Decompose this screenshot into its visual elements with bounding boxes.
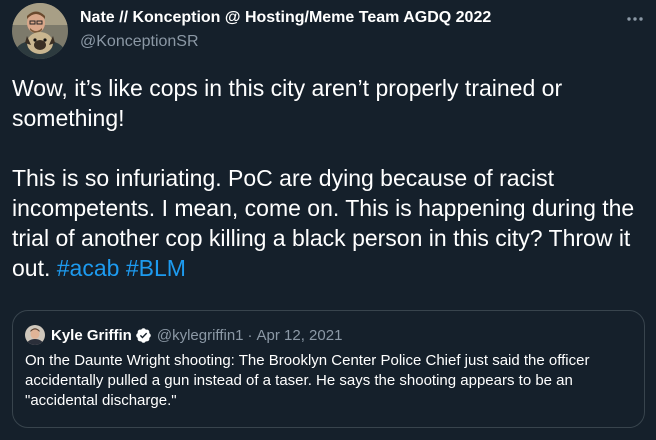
verified-badge-icon <box>135 327 152 344</box>
quoted-tweet[interactable]: Kyle Griffin @kylegriffin1 · Apr 12, 202… <box>12 310 645 428</box>
more-horizontal-icon <box>627 17 643 21</box>
author-avatar[interactable] <box>12 3 68 59</box>
author-display-name[interactable]: Nate // Konception @ Hosting/Meme Team A… <box>80 9 491 27</box>
author-handle[interactable]: @KonceptionSR <box>80 33 199 51</box>
quoted-tweet-date[interactable]: Apr 12, 2021 <box>257 327 343 344</box>
quoted-author-handle[interactable]: @kylegriffin1 <box>157 327 244 344</box>
tweet-text: Wow, it’s like cops in this city aren’t … <box>12 73 644 283</box>
quoted-author-name[interactable]: Kyle Griffin <box>51 327 132 344</box>
more-options-button[interactable] <box>618 2 652 36</box>
tweet: Nate // Konception @ Hosting/Meme Team A… <box>0 0 656 440</box>
hashtag-blm[interactable]: #BLM <box>126 255 186 281</box>
quoted-avatar-image <box>25 325 45 345</box>
hashtag-acab[interactable]: #acab <box>57 255 120 281</box>
quoted-header-separator: · <box>247 326 253 344</box>
quoted-tweet-text: On the Daunte Wright shooting: The Brook… <box>25 352 590 409</box>
quoted-author-avatar[interactable] <box>25 325 45 345</box>
tweet-paragraph-2: This is so infuriating. PoC are dying be… <box>12 163 644 283</box>
quoted-tweet-header: Kyle Griffin @kylegriffin1 · Apr 12, 202… <box>25 323 342 347</box>
avatar-image <box>12 3 68 59</box>
tweet-paragraph-1: Wow, it’s like cops in this city aren’t … <box>12 75 563 131</box>
